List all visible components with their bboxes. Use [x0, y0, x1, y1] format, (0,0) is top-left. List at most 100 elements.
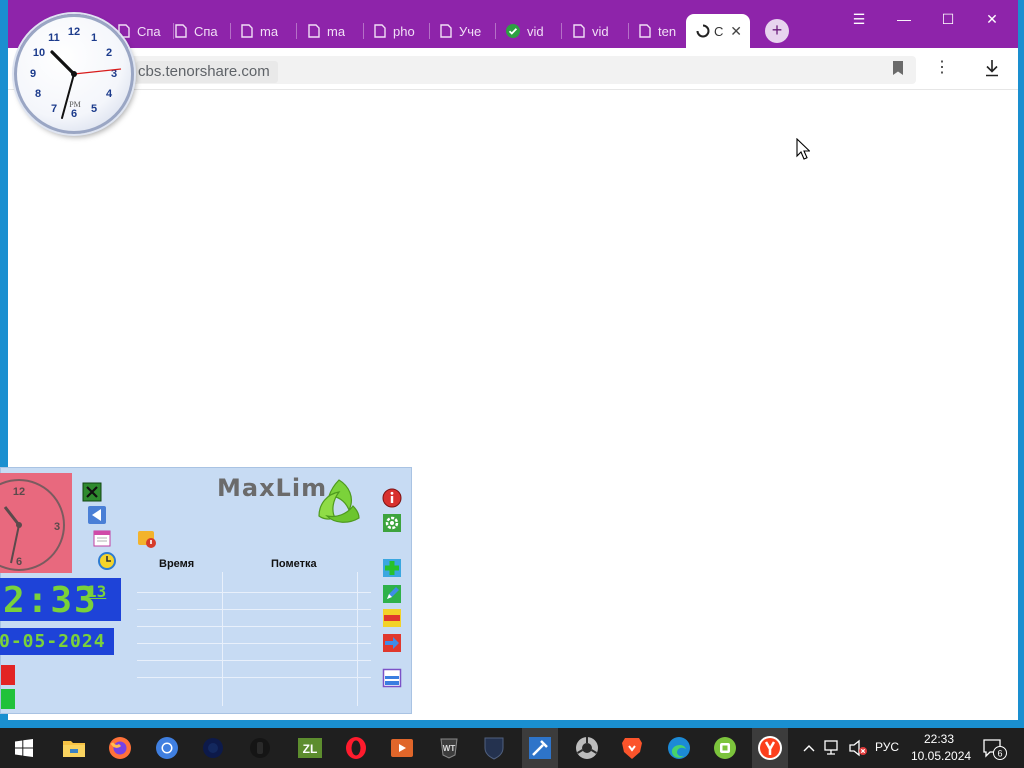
reminders-table[interactable]: Время Пометка — [135, 556, 373, 706]
maximize-button[interactable]: ☐ — [928, 8, 968, 30]
new-tab-button[interactable]: + — [765, 19, 789, 43]
page-icon — [440, 24, 452, 38]
input-language[interactable]: РУС — [875, 740, 899, 754]
status-bar-green — [1, 689, 15, 709]
minimize-button[interactable]: — — [884, 8, 924, 30]
table-row[interactable] — [137, 660, 371, 661]
dark-app-icon[interactable] — [199, 734, 227, 762]
tab[interactable]: ma — [298, 14, 364, 48]
tab-strip: Спа Спа ma ma pho Уче vid vid ten С ✕ + … — [8, 0, 1018, 48]
tab-label: Спа — [137, 23, 161, 39]
info-icon[interactable] — [382, 488, 402, 508]
clock-number: 7 — [51, 103, 57, 115]
collapse-arrow-icon[interactable] — [87, 505, 107, 525]
tab-label: Уче — [459, 23, 482, 39]
notification-alert-icon[interactable] — [137, 528, 157, 548]
table-row[interactable] — [137, 643, 371, 644]
chevron-up-icon[interactable] — [802, 742, 816, 754]
tab-label: vid — [527, 23, 544, 39]
svg-text:ZL: ZL — [303, 742, 318, 756]
firefox-icon[interactable] — [106, 734, 134, 762]
notification-center-icon[interactable]: 6 — [982, 738, 1008, 765]
time-hours-minutes: 2:33 — [3, 580, 98, 621]
analog-clock-gadget[interactable]: 12 1 2 3 4 5 6 7 8 9 10 11 PM — [14, 14, 134, 134]
clock-number: 5 — [91, 103, 97, 115]
tab-label: ten — [658, 23, 677, 39]
digital-time-display: 2:33 13 — [0, 578, 121, 621]
edge-icon[interactable] — [665, 734, 693, 762]
page-icon — [374, 24, 386, 38]
page-icon — [308, 24, 320, 38]
more-menu-icon[interactable]: ⋮ — [934, 58, 950, 78]
maxlim-analog-clock: 12 3 6 — [0, 473, 72, 573]
clock-number: 9 — [30, 68, 36, 80]
url-text[interactable]: cbs.tenorshare.com — [136, 61, 278, 83]
table-row[interactable] — [137, 677, 371, 678]
clock-number: 11 — [48, 32, 60, 44]
clock-ampm: PM — [69, 100, 81, 109]
alarm-clock-icon[interactable] — [97, 551, 117, 571]
windows-start-icon[interactable] — [10, 734, 38, 762]
tab[interactable]: vid — [496, 14, 562, 48]
system-date[interactable]: 10.05.2024 — [911, 749, 971, 763]
tab[interactable]: ma — [231, 14, 297, 48]
window-icon[interactable] — [382, 668, 402, 688]
clock-number: 4 — [106, 88, 113, 100]
bookmark-icon[interactable] — [891, 60, 905, 76]
clock-number: 8 — [35, 88, 41, 100]
clock-number: 10 — [33, 47, 45, 59]
close-window-button[interactable]: ✕ — [972, 8, 1012, 30]
tab[interactable]: Спа — [165, 14, 231, 48]
close-tab-icon[interactable]: ✕ — [730, 23, 742, 39]
table-row[interactable] — [137, 592, 371, 593]
tab-label: pho — [393, 23, 415, 39]
clock-number: 1 — [91, 32, 97, 44]
green-app-icon[interactable] — [711, 734, 739, 762]
digital-date-display: 0-05-2024 — [0, 628, 114, 655]
clock-number: 12 — [68, 26, 80, 38]
taskbar: ZL WT РУС 22:33 10.05.2024 6 — [0, 728, 1024, 768]
page-icon — [639, 24, 651, 38]
tab[interactable]: pho — [364, 14, 430, 48]
tab[interactable]: Уче — [430, 14, 496, 48]
volume-muted-icon[interactable] — [848, 739, 868, 757]
world-of-tanks-icon[interactable]: WT — [435, 734, 463, 762]
shield-app-icon[interactable] — [480, 734, 508, 762]
clock-number: 2 — [106, 47, 112, 59]
tab[interactable]: vid — [563, 14, 629, 48]
table-row[interactable] — [137, 609, 371, 610]
close-icon[interactable] — [82, 482, 102, 502]
opera-icon[interactable] — [342, 734, 370, 762]
media-player-icon[interactable] — [388, 734, 416, 762]
browser-menu-button[interactable]: ☰ — [839, 8, 879, 30]
browser-toolbar: cbs.tenorshare.com ⋮ — [8, 48, 1018, 90]
forward-arrow-icon[interactable] — [382, 633, 402, 653]
maxlim-title: MaxLim — [217, 474, 328, 502]
page-icon — [241, 24, 253, 38]
edit-pencil-icon[interactable] — [382, 584, 402, 604]
system-time[interactable]: 22:33 — [924, 732, 954, 746]
clock-number: 6 — [71, 108, 77, 120]
maxlim-widget: 12 3 6 MaxLim 2:33 13 0-05-2024 Время По… — [0, 467, 412, 714]
address-bar[interactable]: cbs.tenorshare.com — [48, 56, 916, 84]
zennolab-icon[interactable]: ZL — [296, 734, 324, 762]
chromium-icon[interactable] — [153, 734, 181, 762]
add-icon[interactable] — [382, 558, 402, 578]
table-row[interactable] — [137, 626, 371, 627]
tool-app-icon[interactable] — [522, 728, 558, 768]
chrome-dev-icon[interactable] — [573, 734, 601, 762]
calendar-icon[interactable] — [92, 528, 112, 548]
download-icon[interactable] — [984, 59, 1000, 77]
status-bar-red — [1, 665, 15, 685]
tab-label: vid — [592, 23, 609, 39]
dark-app-icon[interactable] — [246, 734, 274, 762]
tab-active[interactable]: С ✕ — [686, 14, 750, 48]
yandex-browser-icon[interactable] — [752, 728, 788, 768]
svg-text:WT: WT — [443, 744, 456, 753]
network-icon[interactable] — [823, 739, 843, 757]
brave-icon[interactable] — [618, 734, 646, 762]
file-explorer-icon[interactable] — [60, 734, 88, 762]
delete-minus-icon[interactable] — [382, 608, 402, 628]
tab-label: С — [714, 23, 724, 39]
settings-gear-icon[interactable] — [382, 513, 402, 533]
